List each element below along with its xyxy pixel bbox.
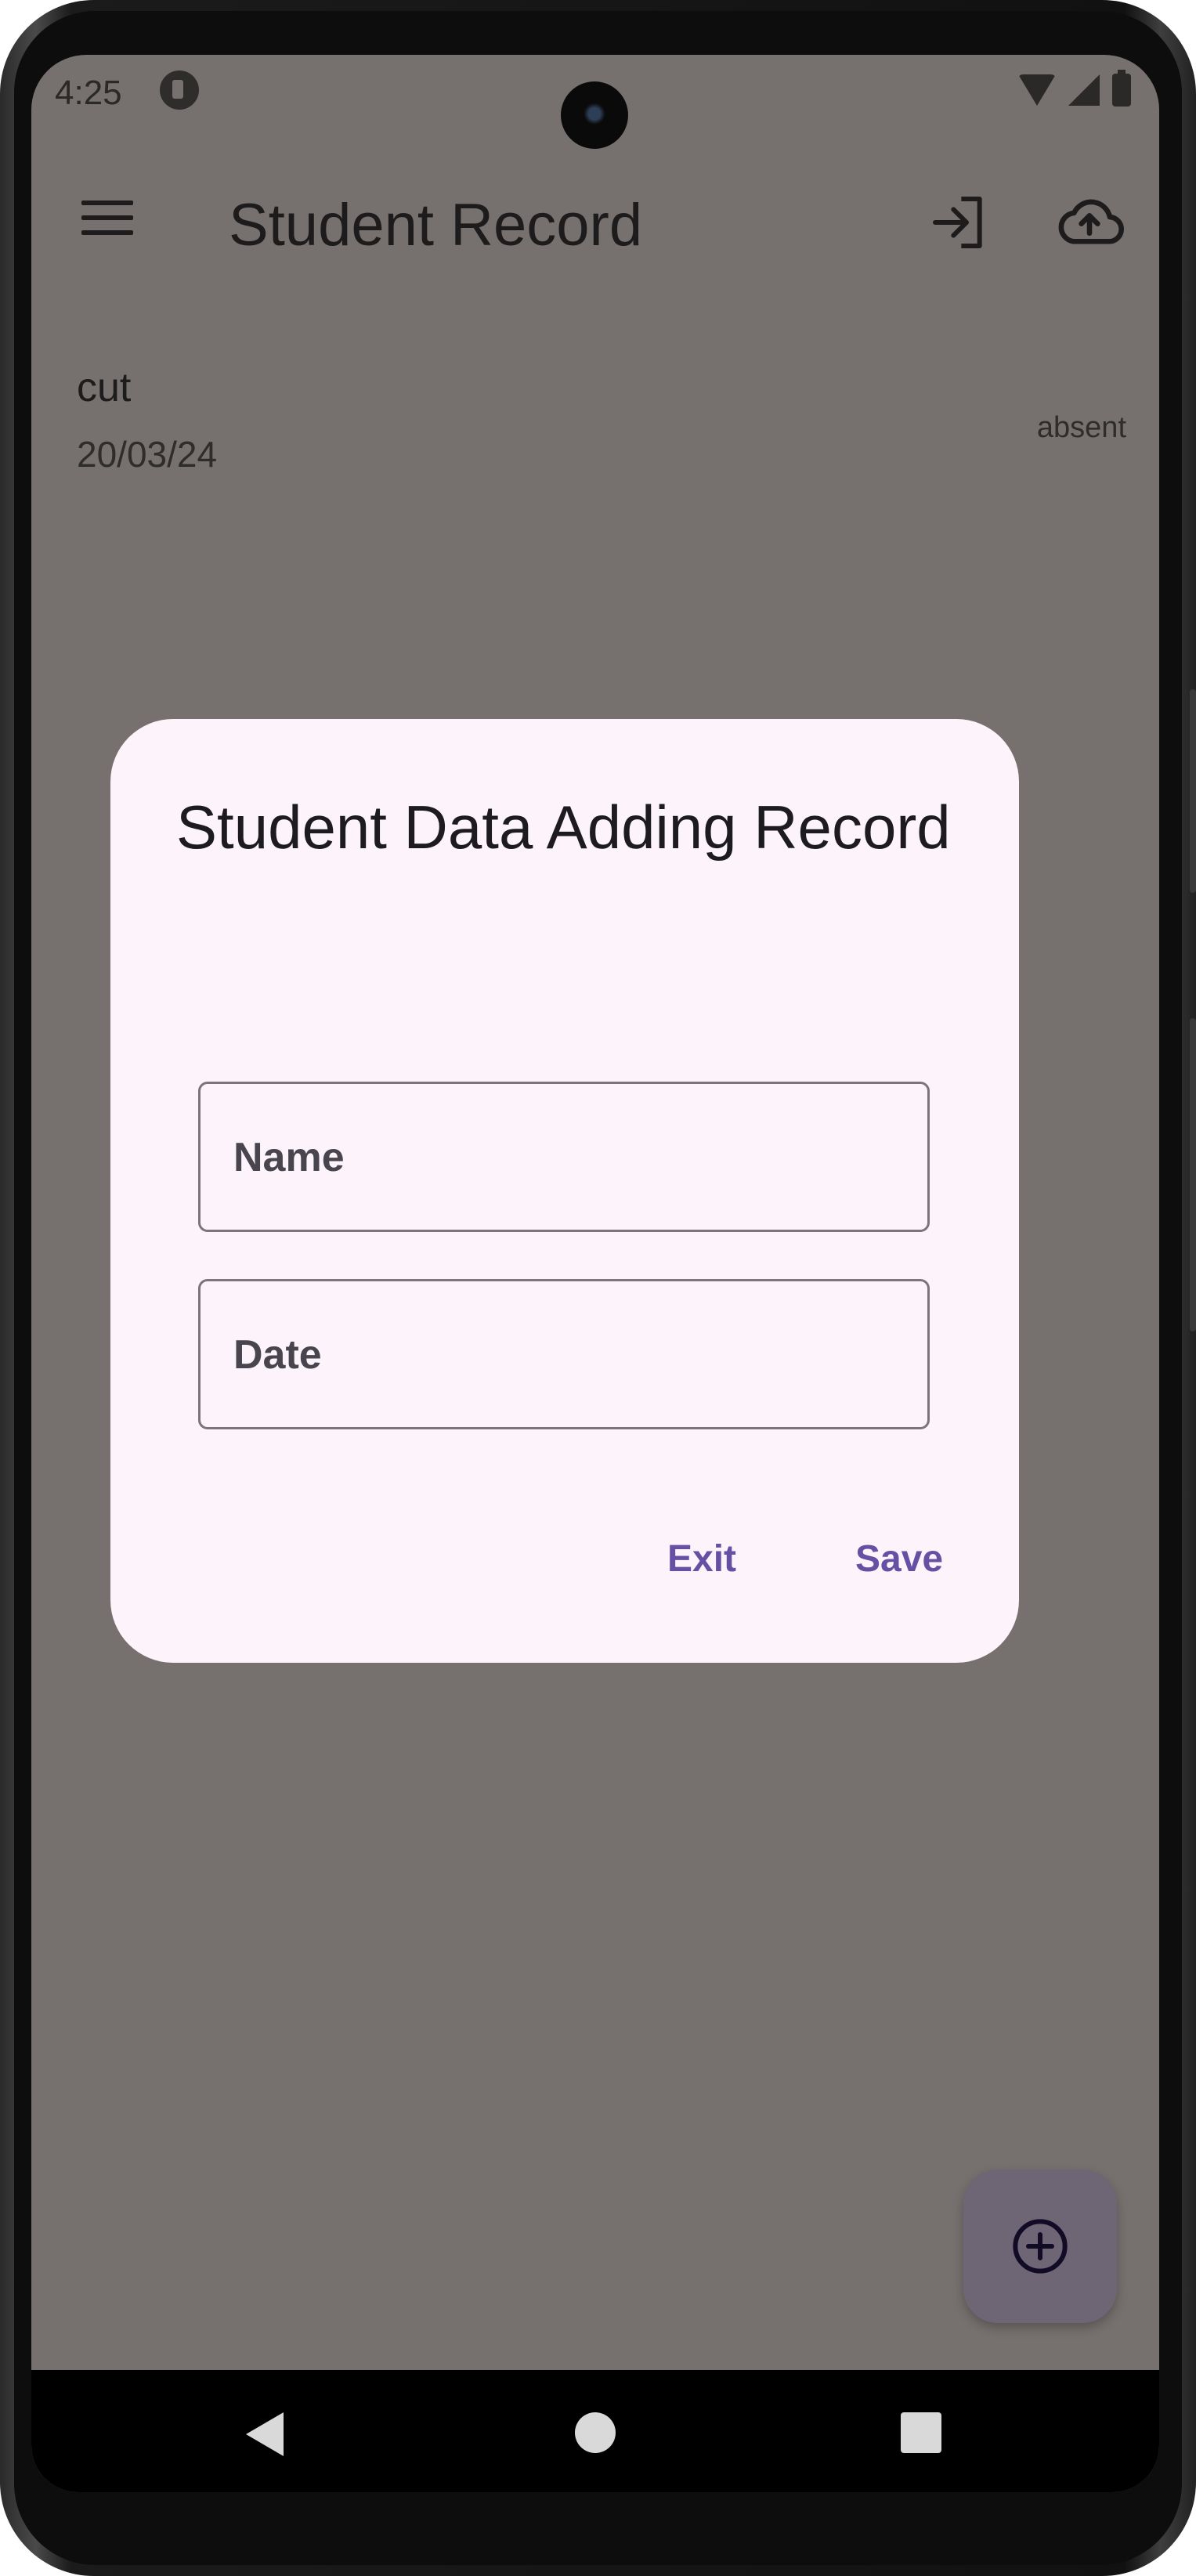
record-date: 20/03/24	[77, 434, 218, 475]
exit-button[interactable]: Exit	[667, 1537, 736, 1581]
phone-frame: 4:25 Student Record cut 20/03/24 absent …	[0, 0, 1196, 2576]
login-icon[interactable]	[927, 191, 990, 254]
volume-button	[1190, 1018, 1196, 1331]
add-circle-icon	[1013, 2219, 1068, 2274]
list-item[interactable]: cut 20/03/24 absent	[77, 364, 1126, 475]
date-field[interactable]	[198, 1279, 930, 1429]
app-title: Student Record	[229, 192, 643, 258]
navigation-bar	[31, 2370, 1159, 2492]
back-icon[interactable]	[246, 2412, 284, 2456]
add-record-button[interactable]	[963, 2170, 1117, 2323]
system-icons	[1018, 70, 1131, 110]
power-button	[1190, 689, 1196, 893]
front-camera	[561, 81, 628, 149]
date-input[interactable]	[232, 1281, 901, 1429]
cloud-upload-icon[interactable]	[1054, 191, 1125, 254]
name-input[interactable]	[232, 1084, 901, 1231]
add-record-dialog: Student Data Adding Record Exit Save	[110, 719, 1019, 1663]
home-icon[interactable]	[575, 2412, 616, 2453]
record-name: cut	[77, 365, 132, 410]
wifi-icon	[1018, 74, 1056, 106]
save-button[interactable]: Save	[855, 1537, 943, 1581]
status-time: 4:25	[55, 74, 122, 112]
record-status: absent	[1036, 411, 1126, 444]
app-bar: Student Record	[31, 172, 1159, 266]
status-bar: 4:25	[31, 55, 1159, 149]
recents-icon[interactable]	[901, 2412, 941, 2453]
notification-app-icon	[160, 70, 199, 110]
menu-icon[interactable]	[81, 194, 133, 241]
name-field[interactable]	[198, 1082, 930, 1232]
signal-icon	[1068, 74, 1100, 106]
battery-icon	[1112, 70, 1131, 107]
dialog-title: Student Data Adding Record	[176, 793, 951, 862]
